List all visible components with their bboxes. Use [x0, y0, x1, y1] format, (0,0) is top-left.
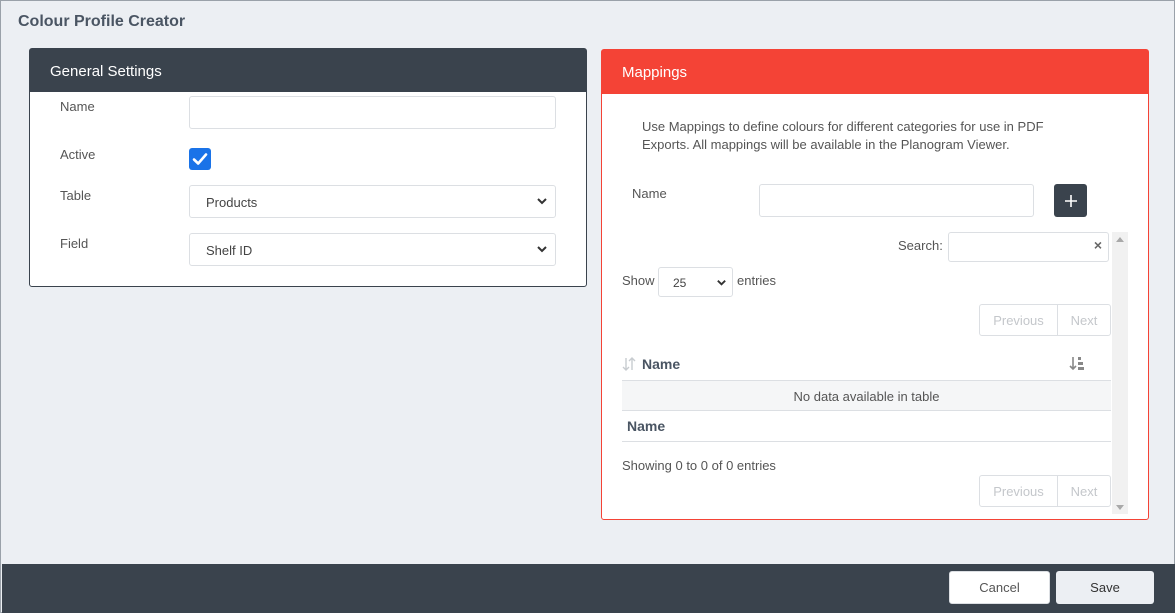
- mapping-name-input[interactable]: [759, 184, 1034, 217]
- column-header-name: Name: [642, 356, 681, 372]
- sort-icon: [622, 357, 636, 371]
- pagination-bottom: Previous Next: [979, 475, 1111, 507]
- clear-x-icon[interactable]: ×: [1091, 238, 1105, 252]
- page-size-value: 25: [673, 276, 687, 290]
- footer-bar: Cancel Save: [2, 564, 1175, 613]
- general-settings-header: General Settings: [30, 49, 586, 92]
- chevron-down-icon: [717, 280, 726, 286]
- page-title: Colour Profile Creator: [18, 13, 186, 30]
- checkmark-icon: [192, 153, 208, 165]
- page-size-select[interactable]: 25: [658, 267, 733, 297]
- mapping-name-label: Name: [632, 186, 667, 201]
- scroll-down-arrow-icon[interactable]: [1116, 505, 1124, 510]
- mappings-header: Mappings: [602, 50, 1148, 94]
- show-label: Show: [622, 273, 655, 288]
- save-button[interactable]: Save: [1056, 571, 1154, 604]
- sort-ascending-icon: [1069, 357, 1084, 371]
- search-label: Search:: [898, 238, 943, 253]
- previous-button[interactable]: Previous: [980, 305, 1058, 335]
- field-select-value: Shelf ID: [206, 243, 253, 258]
- mappings-help-text: Use Mappings to define colours for diffe…: [642, 119, 1044, 152]
- add-mapping-button[interactable]: [1054, 184, 1087, 217]
- empty-table-message: No data available in table: [622, 381, 1111, 411]
- chevron-down-icon: [537, 246, 547, 253]
- name-label: Name: [60, 99, 95, 114]
- cancel-button[interactable]: Cancel: [949, 571, 1050, 604]
- previous-button[interactable]: Previous: [980, 476, 1058, 506]
- active-label: Active: [60, 147, 96, 162]
- entries-label: entries: [737, 273, 777, 288]
- next-button[interactable]: Next: [1058, 476, 1110, 506]
- field-label: Field: [60, 236, 89, 251]
- table-select[interactable]: Products: [189, 185, 556, 218]
- table-select-value: Products: [206, 195, 258, 210]
- table-footer-name: Name: [622, 411, 1111, 442]
- plus-icon: [1064, 194, 1077, 207]
- name-input[interactable]: [189, 96, 556, 129]
- active-checkbox[interactable]: [189, 148, 211, 170]
- scroll-up-arrow-icon[interactable]: [1116, 237, 1124, 242]
- general-settings-panel: General Settings Name Active Table Produ…: [29, 48, 587, 287]
- app-window: Colour Profile Creator General Settings …: [0, 0, 1175, 613]
- table-label: Table: [60, 188, 92, 203]
- table-header[interactable]: Name: [622, 347, 1111, 381]
- mappings-panel: Mappings Use Mappings to define colours …: [601, 49, 1149, 520]
- table-info: Showing 0 to 0 of 0 entries: [622, 458, 776, 473]
- vertical-scrollbar[interactable]: [1112, 232, 1128, 514]
- field-select[interactable]: Shelf ID: [189, 233, 556, 266]
- next-button[interactable]: Next: [1058, 305, 1110, 335]
- chevron-down-icon: [537, 198, 547, 205]
- pagination-top: Previous Next: [979, 304, 1111, 336]
- search-input[interactable]: ×: [948, 232, 1109, 262]
